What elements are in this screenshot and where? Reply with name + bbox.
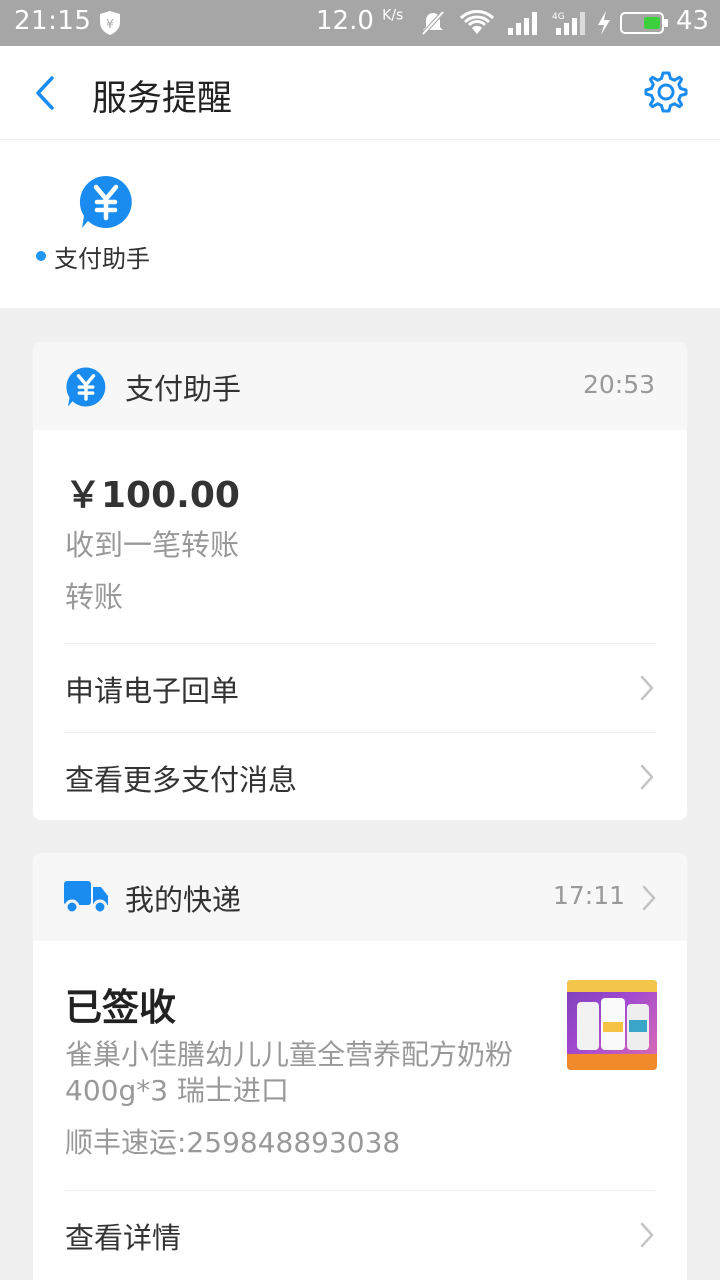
back-icon[interactable] [30,74,62,112]
more-payment-messages-row[interactable]: 查看更多支付消息 [33,733,687,819]
network-speed: 12.0 K/s [316,6,403,36]
shield-icon: ¥ [100,11,120,35]
speed-unit: K/s [382,7,404,24]
chevron-right-icon [640,764,654,790]
view-details-row[interactable]: 查看详情 [33,1191,687,1277]
chevron-right-icon [640,675,654,701]
nav-bar: 服务提醒 [0,46,720,140]
charging-icon [598,11,610,35]
chevron-right-icon [640,1222,654,1248]
truck-icon [64,881,108,915]
delivery-card: 我的快递 17:11 已签收 雀巢小佳膳幼儿儿童全营养配方奶粉400g*3 瑞士… [33,853,687,1280]
payment-card-header[interactable]: 支付助手 20:53 [33,342,687,430]
wifi-icon [460,10,494,34]
page-title: 服务提醒 [92,79,233,119]
view-details-label: 查看详情 [65,1221,182,1255]
yuan-icon[interactable] [78,174,134,230]
svg-text:4G: 4G [552,12,565,22]
signal-icon [508,12,537,35]
request-receipt-label: 申请电子回单 [65,674,240,708]
chevron-right-icon [642,885,656,911]
more-payment-messages-label: 查看更多支付消息 [65,763,298,797]
delivery-status: 已签收 [65,986,176,1029]
svg-text:¥: ¥ [106,17,114,31]
product-thumbnail[interactable] [567,980,657,1070]
active-dot [36,251,46,261]
product-image [567,980,657,1070]
payment-card: 支付助手 20:53 ￥100.00 收到一笔转账 转账 申请电子回单 查看更多… [33,342,687,820]
status-bar: 21:15 ¥ 12.0 K/s 4G 43 [0,0,720,46]
delivery-card-header[interactable]: 我的快递 17:11 [33,853,687,941]
mute-icon [421,10,445,36]
product-name: 雀巢小佳膳幼儿儿童全营养配方奶粉400g*3 瑞士进口 [65,1038,514,1107]
transfer-type: 转账 [65,580,124,614]
tracking-number: 顺丰速运:259848893038 [65,1126,401,1159]
speed-value: 12.0 [316,6,374,36]
signal-4g-icon: 4G [552,12,585,35]
app-label[interactable]: 支付助手 [54,239,150,274]
gear-icon[interactable] [644,70,688,114]
battery-icon [620,12,668,34]
payment-card-title: 支付助手 [125,372,242,406]
request-receipt-row[interactable]: 申请电子回单 [33,644,687,730]
battery-level: 43 [676,6,710,36]
transfer-amount: ￥100.00 [65,475,240,516]
delivery-card-title: 我的快递 [125,883,242,917]
service-app-strip: 支付助手 [0,140,720,308]
transfer-description: 收到一笔转账 [65,528,240,562]
yuan-icon [66,367,106,407]
payment-card-time: 20:53 [582,370,655,399]
status-time: 21:15 [14,6,92,36]
delivery-card-time: 17:11 [552,881,625,910]
